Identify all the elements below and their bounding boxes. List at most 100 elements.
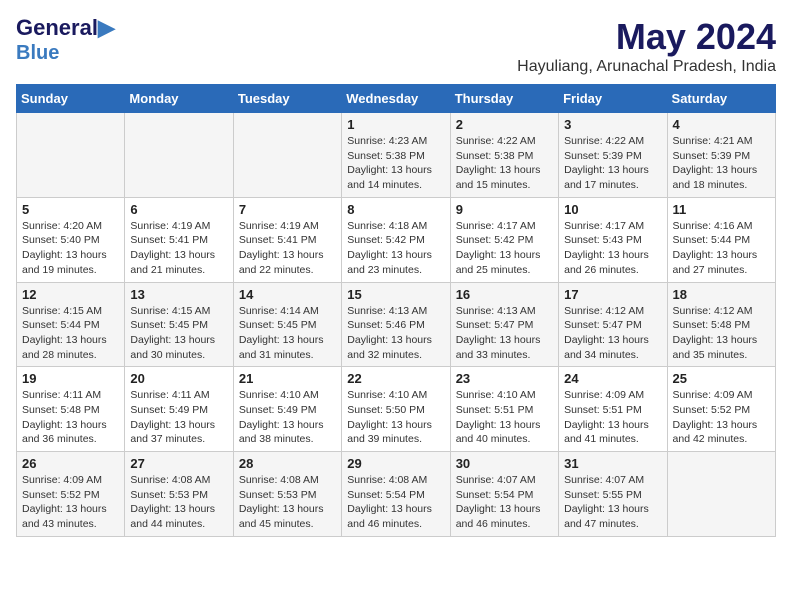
col-header-sunday: Sunday — [17, 85, 125, 113]
day-number: 26 — [22, 456, 119, 471]
day-info: Sunrise: 4:11 AMSunset: 5:49 PMDaylight:… — [130, 388, 227, 447]
day-cell: 5 Sunrise: 4:20 AMSunset: 5:40 PMDaylight… — [17, 197, 125, 282]
col-header-friday: Friday — [559, 85, 667, 113]
day-cell: 29Sunrise: 4:08 AMSunset: 5:54 PMDayligh… — [342, 452, 450, 537]
day-cell — [17, 113, 125, 198]
day-info: Sunrise: 4:20 AMSunset: 5:40 PMDaylight:… — [22, 219, 119, 278]
day-info: Sunrise: 4:11 AMSunset: 5:48 PMDaylight:… — [22, 388, 119, 447]
day-cell: 2 Sunrise: 4:22 AMSunset: 5:38 PMDaylight… — [450, 113, 558, 198]
logo: General▶ Blue — [16, 16, 115, 64]
day-info: Sunrise: 4:22 AMSunset: 5:39 PMDaylight:… — [564, 134, 661, 193]
location: Hayuliang, Arunachal Pradesh, India — [517, 58, 776, 76]
day-cell: 18 Sunrise: 4:12 AMSunset: 5:48 PMDayligh… — [667, 282, 775, 367]
day-number: 2 — [456, 117, 553, 132]
day-number: 16 — [456, 287, 553, 302]
day-cell: 14 Sunrise: 4:14 AMSunset: 5:45 PMDayligh… — [233, 282, 341, 367]
day-number: 27 — [130, 456, 227, 471]
day-info: Sunrise: 4:13 AMSunset: 5:46 PMDaylight:… — [347, 304, 444, 363]
day-cell: 15Sunrise: 4:13 AMSunset: 5:46 PMDayligh… — [342, 282, 450, 367]
week-row-4: 19 Sunrise: 4:11 AMSunset: 5:48 PMDayligh… — [17, 367, 776, 452]
day-info: Sunrise: 4:09 AMSunset: 5:51 PMDaylight:… — [564, 388, 661, 447]
day-number: 19 — [22, 371, 119, 386]
day-cell — [667, 452, 775, 537]
day-info: Sunrise: 4:15 AMSunset: 5:45 PMDaylight:… — [130, 304, 227, 363]
day-info: Sunrise: 4:17 AMSunset: 5:43 PMDaylight:… — [564, 219, 661, 278]
day-info: Sunrise: 4:10 AMSunset: 5:49 PMDaylight:… — [239, 388, 336, 447]
day-number: 5 — [22, 202, 119, 217]
logo-blue: ▶ — [98, 15, 115, 40]
day-info: Sunrise: 4:19 AMSunset: 5:41 PMDaylight:… — [130, 219, 227, 278]
day-info: Sunrise: 4:22 AMSunset: 5:38 PMDaylight:… — [456, 134, 553, 193]
day-info: Sunrise: 4:17 AMSunset: 5:42 PMDaylight:… — [456, 219, 553, 278]
day-info: Sunrise: 4:10 AMSunset: 5:51 PMDaylight:… — [456, 388, 553, 447]
logo-general: General — [16, 15, 98, 40]
day-info: Sunrise: 4:16 AMSunset: 5:44 PMDaylight:… — [673, 219, 770, 278]
logo-text: General▶ Blue — [16, 16, 115, 64]
day-number: 11 — [673, 202, 770, 217]
day-info: Sunrise: 4:08 AMSunset: 5:54 PMDaylight:… — [347, 473, 444, 532]
day-cell: 25Sunrise: 4:09 AMSunset: 5:52 PMDayligh… — [667, 367, 775, 452]
day-number: 23 — [456, 371, 553, 386]
col-header-tuesday: Tuesday — [233, 85, 341, 113]
day-number: 12 — [22, 287, 119, 302]
day-number: 18 — [673, 287, 770, 302]
day-number: 28 — [239, 456, 336, 471]
day-info: Sunrise: 4:12 AMSunset: 5:48 PMDaylight:… — [673, 304, 770, 363]
day-number: 31 — [564, 456, 661, 471]
title-block: May 2024 Hayuliang, Arunachal Pradesh, I… — [517, 16, 776, 76]
day-info: Sunrise: 4:10 AMSunset: 5:50 PMDaylight:… — [347, 388, 444, 447]
day-cell: 30 Sunrise: 4:07 AMSunset: 5:54 PMDayligh… — [450, 452, 558, 537]
day-cell — [233, 113, 341, 198]
day-number: 3 — [564, 117, 661, 132]
day-number: 24 — [564, 371, 661, 386]
col-header-thursday: Thursday — [450, 85, 558, 113]
day-number: 9 — [456, 202, 553, 217]
day-number: 30 — [456, 456, 553, 471]
calendar-table: SundayMondayTuesdayWednesdayThursdayFrid… — [16, 84, 776, 537]
day-cell: 20Sunrise: 4:11 AMSunset: 5:49 PMDayligh… — [125, 367, 233, 452]
day-cell: 11 Sunrise: 4:16 AMSunset: 5:44 PMDayligh… — [667, 197, 775, 282]
day-info: Sunrise: 4:23 AMSunset: 5:38 PMDaylight:… — [347, 134, 444, 193]
day-cell: 10 Sunrise: 4:17 AMSunset: 5:43 PMDayligh… — [559, 197, 667, 282]
day-cell: 27 Sunrise: 4:08 AMSunset: 5:53 PMDayligh… — [125, 452, 233, 537]
week-row-2: 5 Sunrise: 4:20 AMSunset: 5:40 PMDaylight… — [17, 197, 776, 282]
week-row-3: 12 Sunrise: 4:15 AMSunset: 5:44 PMDayligh… — [17, 282, 776, 367]
day-cell: 6 Sunrise: 4:19 AMSunset: 5:41 PMDaylight… — [125, 197, 233, 282]
day-number: 7 — [239, 202, 336, 217]
day-number: 8 — [347, 202, 444, 217]
day-info: Sunrise: 4:18 AMSunset: 5:42 PMDaylight:… — [347, 219, 444, 278]
day-number: 22 — [347, 371, 444, 386]
day-number: 6 — [130, 202, 227, 217]
col-header-saturday: Saturday — [667, 85, 775, 113]
day-cell: 1Sunrise: 4:23 AMSunset: 5:38 PMDaylight… — [342, 113, 450, 198]
day-cell — [125, 113, 233, 198]
day-info: Sunrise: 4:07 AMSunset: 5:54 PMDaylight:… — [456, 473, 553, 532]
day-number: 13 — [130, 287, 227, 302]
day-number: 17 — [564, 287, 661, 302]
day-cell: 26 Sunrise: 4:09 AMSunset: 5:52 PMDayligh… — [17, 452, 125, 537]
day-info: Sunrise: 4:15 AMSunset: 5:44 PMDaylight:… — [22, 304, 119, 363]
day-cell: 23 Sunrise: 4:10 AMSunset: 5:51 PMDayligh… — [450, 367, 558, 452]
week-row-5: 26 Sunrise: 4:09 AMSunset: 5:52 PMDayligh… — [17, 452, 776, 537]
day-cell: 24 Sunrise: 4:09 AMSunset: 5:51 PMDayligh… — [559, 367, 667, 452]
day-cell: 4Sunrise: 4:21 AMSunset: 5:39 PMDaylight… — [667, 113, 775, 198]
day-number: 25 — [673, 371, 770, 386]
day-cell: 8 Sunrise: 4:18 AMSunset: 5:42 PMDaylight… — [342, 197, 450, 282]
day-number: 4 — [673, 117, 770, 132]
day-info: Sunrise: 4:09 AMSunset: 5:52 PMDaylight:… — [22, 473, 119, 532]
day-cell: 17 Sunrise: 4:12 AMSunset: 5:47 PMDayligh… — [559, 282, 667, 367]
day-info: Sunrise: 4:08 AMSunset: 5:53 PMDaylight:… — [130, 473, 227, 532]
col-header-wednesday: Wednesday — [342, 85, 450, 113]
day-number: 10 — [564, 202, 661, 217]
day-info: Sunrise: 4:07 AMSunset: 5:55 PMDaylight:… — [564, 473, 661, 532]
day-info: Sunrise: 4:19 AMSunset: 5:41 PMDaylight:… — [239, 219, 336, 278]
day-cell: 28Sunrise: 4:08 AMSunset: 5:53 PMDayligh… — [233, 452, 341, 537]
day-cell: 31 Sunrise: 4:07 AMSunset: 5:55 PMDayligh… — [559, 452, 667, 537]
day-info: Sunrise: 4:12 AMSunset: 5:47 PMDaylight:… — [564, 304, 661, 363]
day-cell: 3 Sunrise: 4:22 AMSunset: 5:39 PMDaylight… — [559, 113, 667, 198]
day-number: 14 — [239, 287, 336, 302]
day-info: Sunrise: 4:14 AMSunset: 5:45 PMDaylight:… — [239, 304, 336, 363]
day-cell: 22 Sunrise: 4:10 AMSunset: 5:50 PMDayligh… — [342, 367, 450, 452]
header-row: SundayMondayTuesdayWednesdayThursdayFrid… — [17, 85, 776, 113]
day-cell: 13 Sunrise: 4:15 AMSunset: 5:45 PMDayligh… — [125, 282, 233, 367]
